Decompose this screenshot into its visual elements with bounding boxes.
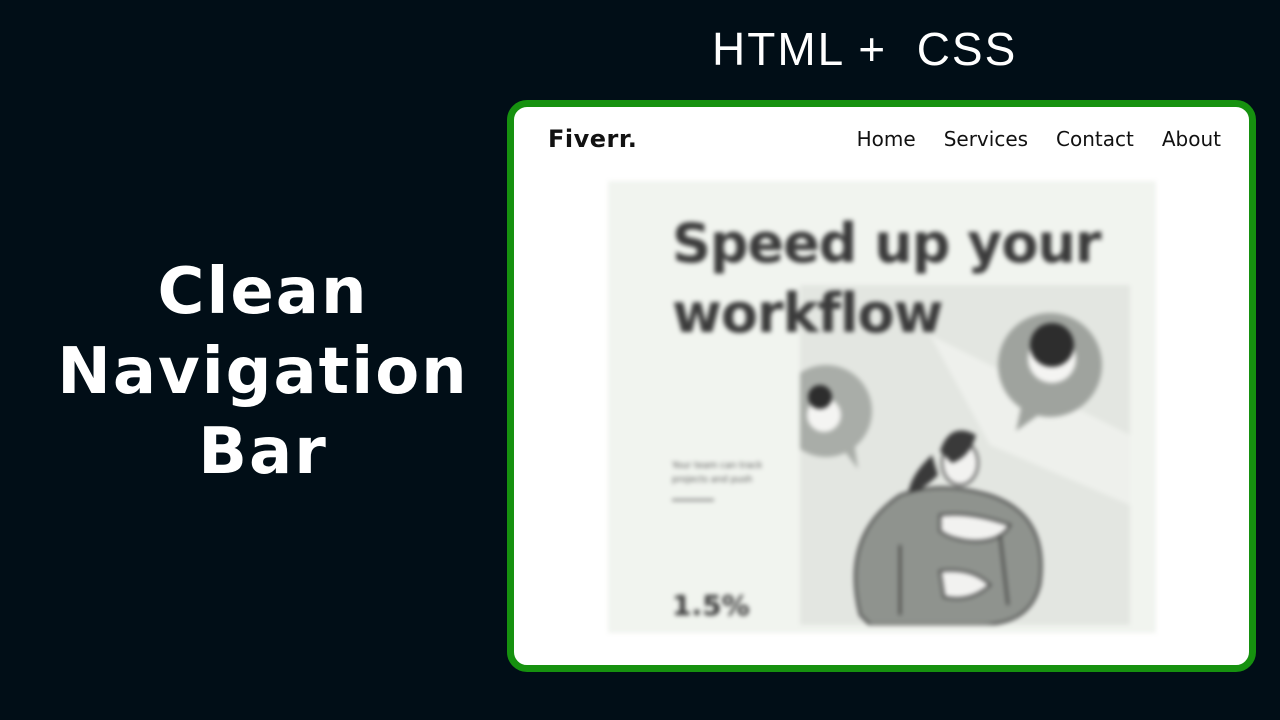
hero-divider	[672, 499, 714, 501]
navbar: Fiverr. Home Services Contact About	[514, 107, 1249, 179]
nav-link-home[interactable]: Home	[857, 127, 916, 151]
title-line-3: Bar	[198, 415, 328, 489]
title-line-1: Clean	[157, 255, 369, 329]
site-logo[interactable]: Fiverr.	[548, 125, 637, 153]
hero-description: Your team can track projects and push	[672, 459, 782, 487]
page-title: Clean Navigation Bar	[28, 252, 498, 492]
hero-description-line-1: Your team can track	[672, 461, 763, 471]
nav-link-services[interactable]: Services	[944, 127, 1028, 151]
tech-label: HTML + CSS	[712, 23, 1018, 75]
nav-links: Home Services Contact About	[857, 127, 1221, 151]
hero-stat: 1.5%	[672, 589, 750, 622]
hero-heading: Speed up your workflow	[672, 209, 1152, 349]
hero-heading-line-1: Speed up your	[672, 212, 1102, 275]
hero-section: Speed up your workflow Your team can tra…	[608, 181, 1156, 633]
website-preview: Fiverr. Home Services Contact About Spee…	[507, 100, 1256, 672]
hero-description-line-2: projects and push	[672, 475, 753, 485]
person-body	[854, 486, 1043, 625]
nav-link-about[interactable]: About	[1162, 127, 1221, 151]
title-line-2: Navigation	[57, 335, 469, 409]
hero-heading-line-2: workflow	[672, 282, 944, 345]
nav-link-contact[interactable]: Contact	[1056, 127, 1134, 151]
